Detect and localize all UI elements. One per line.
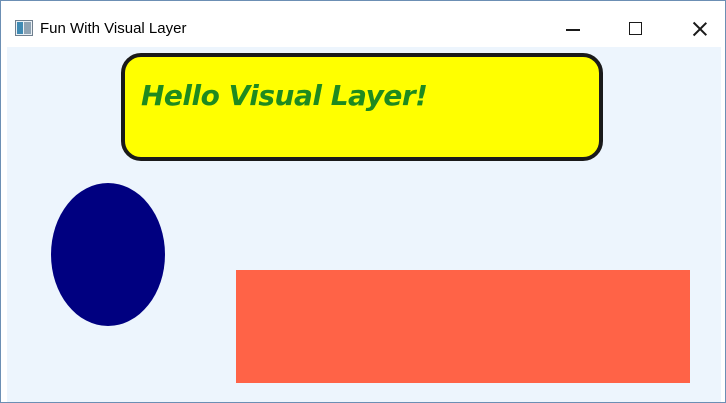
drawing-canvas: Hello Visual Layer!	[7, 47, 721, 402]
app-window-icon[interactable]	[15, 20, 33, 36]
maximize-button[interactable]	[612, 11, 658, 45]
tomato-rectangle	[236, 270, 690, 383]
close-button[interactable]	[677, 11, 723, 45]
app-window: Fun With Visual Layer Hello Visual Layer…	[0, 0, 726, 403]
maximize-icon	[629, 22, 642, 35]
minimize-button[interactable]	[550, 11, 596, 45]
close-icon	[692, 21, 708, 37]
hello-callout-text: Hello Visual Layer!	[141, 79, 428, 112]
minimize-icon	[566, 29, 580, 31]
hello-callout-box: Hello Visual Layer!	[121, 53, 603, 161]
window-title: Fun With Visual Layer	[40, 20, 187, 37]
blue-ellipse	[51, 183, 165, 326]
title-bar[interactable]: Fun With Visual Layer	[1, 1, 725, 41]
